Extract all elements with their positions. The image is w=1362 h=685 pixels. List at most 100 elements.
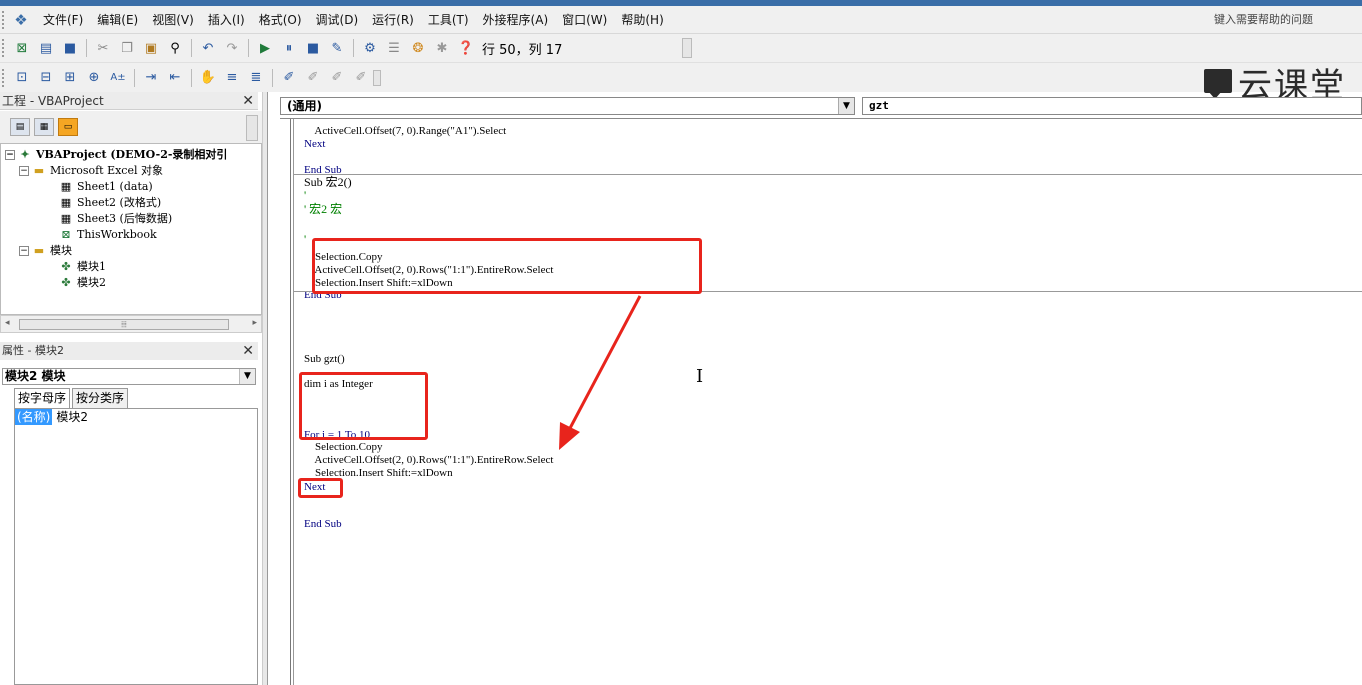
scroll-thumb[interactable]: ⦙⦙⦙ (19, 319, 229, 330)
find-icon[interactable]: ⚲ (164, 37, 186, 59)
toggle-breakpoint-icon[interactable]: ✋ (197, 67, 219, 89)
excel-vba-app-icon[interactable]: ❖ (12, 11, 30, 29)
redo-icon[interactable]: ↷ (221, 37, 243, 59)
parameter-info-icon[interactable]: ⊕ (83, 67, 105, 89)
menu-window[interactable]: 窗口(W) (555, 6, 614, 34)
help-search-input[interactable]: 键入需要帮助的问题 (1214, 11, 1334, 29)
code-line[interactable]: Next (304, 138, 325, 151)
code-editor[interactable]: ActiveCell.Offset(7, 0).Range("A1").Sele… (280, 118, 1362, 685)
menu-run[interactable]: 运行(R) (365, 6, 421, 34)
tree-item-sheet2[interactable]: ▦ Sheet2 (改格式) (59, 195, 161, 211)
menu-addins[interactable]: 外接程序(A) (476, 6, 556, 34)
properties-window-icon[interactable]: ☰ (383, 37, 405, 59)
tree-item-label: Sheet2 (改格式) (77, 196, 162, 209)
collapse-icon[interactable]: − (19, 246, 29, 256)
tree-item-excel-objects[interactable]: − ▬ Microsoft Excel 对象 (19, 163, 163, 179)
code-line[interactable]: End Sub (304, 518, 342, 531)
toolbox-icon[interactable]: ✱ (431, 37, 453, 59)
reset-icon[interactable]: ■ (302, 37, 324, 59)
tree-item-sheet3[interactable]: ▦ Sheet3 (后悔数据) (59, 211, 172, 227)
code-margin-rule (290, 119, 291, 685)
menu-insert[interactable]: 插入(I) (201, 6, 252, 34)
indent-icon[interactable]: ⇥ (140, 67, 162, 89)
undo-icon[interactable]: ↶ (197, 37, 219, 59)
tree-item-sheet1[interactable]: ▦ Sheet1 (data) (59, 179, 153, 195)
code-line[interactable]: Sub gzt() (304, 353, 345, 366)
list-properties-icon[interactable]: ⊡ (11, 67, 33, 89)
insert-userform-icon[interactable]: ▤ (35, 37, 57, 59)
menu-file[interactable]: 文件(F) (36, 6, 90, 34)
code-line[interactable]: Selection.Copy (304, 441, 383, 454)
copy-icon[interactable]: ❐ (116, 37, 138, 59)
procedure-combo[interactable]: gzt (862, 97, 1362, 115)
tab-alphabetic[interactable]: 按字母序 (14, 388, 71, 408)
toolbar-options-icon[interactable] (682, 38, 693, 58)
object-select-value: 模块2 模块 (5, 369, 66, 383)
view-excel-icon[interactable]: ⊠ (11, 37, 33, 59)
close-icon[interactable]: ✕ (242, 342, 254, 360)
design-mode-icon[interactable]: ✎ (326, 37, 348, 59)
menu-edit[interactable]: 编辑(E) (90, 6, 145, 34)
clear-bookmarks-icon[interactable]: ✐ (350, 67, 372, 89)
tree-item-label: VBAProject (DEMO-2-录制相对引 (36, 148, 228, 161)
menu-help[interactable]: 帮助(H) (614, 6, 670, 34)
comment-block-icon[interactable]: ≡ (221, 67, 243, 89)
collapse-icon[interactable]: − (19, 166, 29, 176)
tree-item-label: ThisWorkbook (77, 228, 157, 241)
view-object-icon[interactable]: ▦ (34, 118, 54, 136)
menu-debug[interactable]: 调试(D) (309, 6, 366, 34)
previous-bookmark-icon[interactable]: ✐ (326, 67, 348, 89)
chevron-down-icon[interactable]: ▼ (239, 369, 255, 384)
code-line[interactable]: ' (304, 189, 306, 202)
code-line[interactable]: Sub 宏2() (304, 176, 352, 189)
quick-info-icon[interactable]: ⊞ (59, 67, 81, 89)
menu-view[interactable]: 视图(V) (145, 6, 201, 34)
tree-item-modules[interactable]: − ▬ 模块 (19, 243, 72, 259)
help-icon[interactable]: ❓ (455, 37, 477, 59)
view-code-icon[interactable]: ▤ (10, 118, 30, 136)
scroll-right-icon[interactable]: ▸ (252, 318, 257, 328)
tree-item-module2[interactable]: ✤ 模块2 (59, 275, 106, 291)
complete-word-icon[interactable]: A± (107, 67, 129, 89)
code-line[interactable]: ' 宏2 宏 (304, 203, 342, 216)
object-browser-icon[interactable]: ❂ (407, 37, 429, 59)
project-explorer-icon[interactable]: ⚙ (359, 37, 381, 59)
scroll-left-icon[interactable]: ◂ (5, 318, 10, 328)
toolbar-grip[interactable] (2, 68, 10, 87)
tree-item-vbaproject[interactable]: − ✦ VBAProject (DEMO-2-录制相对引 (5, 147, 227, 163)
code-margin-indicator-bar[interactable] (280, 119, 294, 685)
object-combo[interactable]: (通用) ▼ (280, 97, 855, 115)
panel-scroll-cap[interactable] (246, 115, 258, 141)
cursor-position-label: 行 50，列 17 (482, 42, 563, 58)
tab-categorized[interactable]: 按分类序 (72, 388, 129, 408)
close-icon[interactable]: ✕ (242, 92, 254, 110)
uncomment-block-icon[interactable]: ≣ (245, 67, 267, 89)
toggle-folders-icon[interactable]: ▭ (58, 118, 78, 136)
menubar-grip[interactable] (2, 10, 10, 29)
save-icon[interactable]: ■ (59, 37, 81, 59)
collapse-icon[interactable]: − (5, 150, 15, 160)
list-constants-icon[interactable]: ⊟ (35, 67, 57, 89)
code-line[interactable]: ' (304, 233, 306, 246)
toolbar-options-icon[interactable] (373, 69, 381, 86)
chevron-down-icon[interactable]: ▼ (838, 98, 854, 114)
break-icon[interactable]: ⏸ (278, 37, 300, 59)
tree-item-thisworkbook[interactable]: ⊠ ThisWorkbook (59, 227, 157, 243)
code-line[interactable]: ActiveCell.Offset(7, 0).Range("A1").Sele… (304, 125, 506, 138)
paste-icon[interactable]: ▣ (140, 37, 162, 59)
run-icon[interactable]: ▶ (254, 37, 276, 59)
code-line[interactable]: ActiveCell.Offset(2, 0).Rows("1:1").Enti… (304, 454, 553, 467)
object-select[interactable]: 模块2 模块 ▼ (2, 368, 256, 385)
panel-splitter[interactable] (262, 92, 268, 685)
next-bookmark-icon[interactable]: ✐ (302, 67, 324, 89)
property-row[interactable]: (名称) 模块2 (15, 409, 257, 425)
outdent-icon[interactable]: ⇤ (164, 67, 186, 89)
menu-format[interactable]: 格式(O) (252, 6, 309, 34)
cut-icon[interactable]: ✂ (92, 37, 114, 59)
menu-tools[interactable]: 工具(T) (421, 6, 476, 34)
toggle-bookmark-icon[interactable]: ✐ (278, 67, 300, 89)
toolbar-grip[interactable] (2, 39, 10, 57)
project-tree-hscrollbar[interactable]: ◂ ⦙⦙⦙ ▸ (0, 315, 262, 333)
property-value[interactable]: 模块2 (52, 409, 88, 425)
tree-item-module1[interactable]: ✤ 模块1 (59, 259, 106, 275)
